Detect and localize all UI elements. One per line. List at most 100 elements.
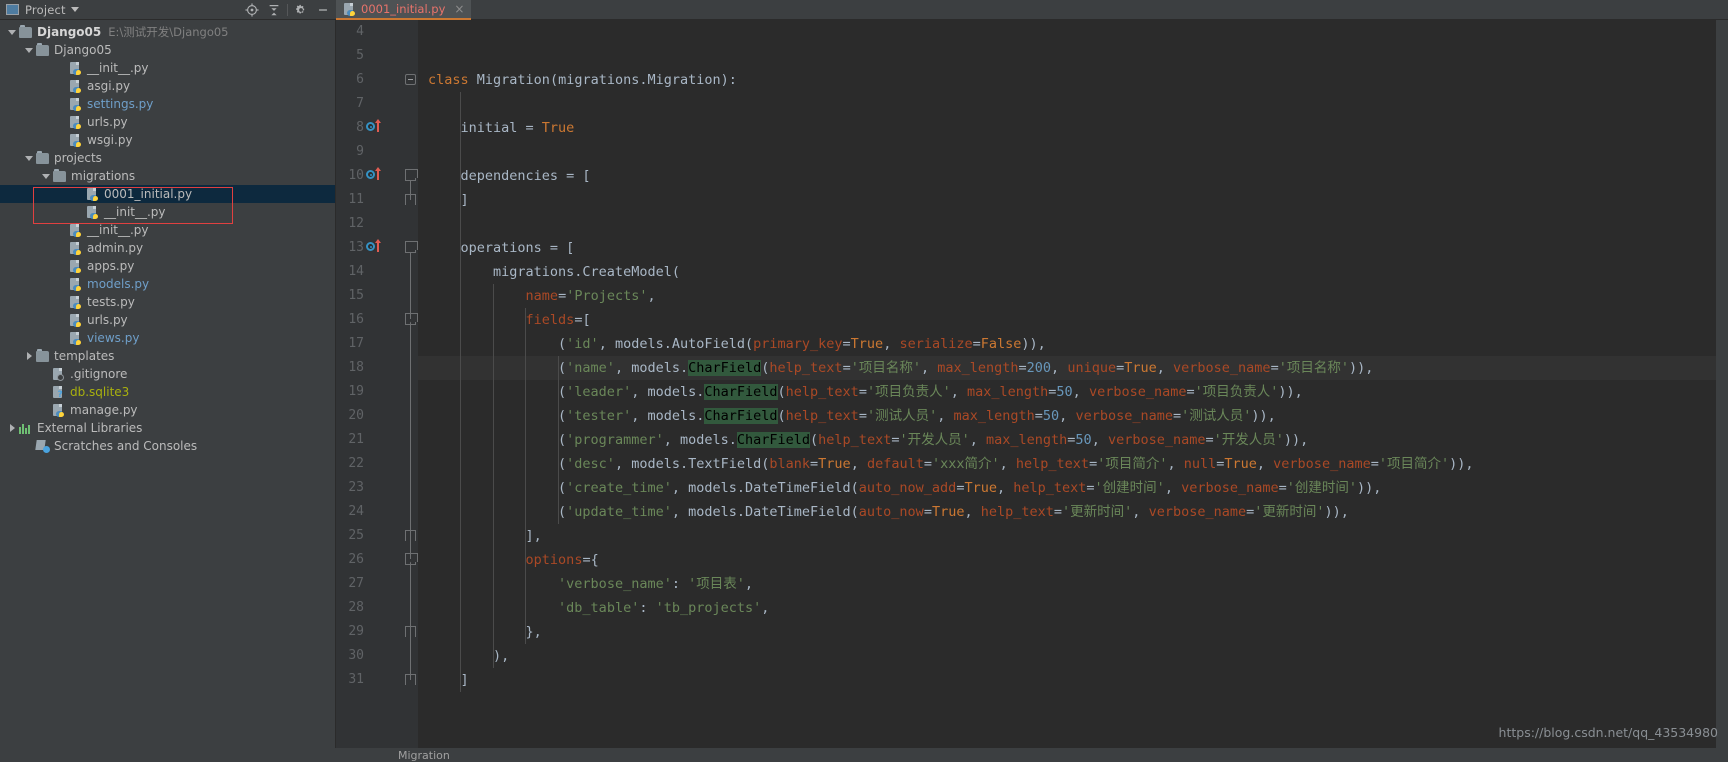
code-line-19[interactable]: ('leader', models.CharField(help_text='项… <box>418 380 1728 404</box>
editor-scrollbar[interactable] <box>1716 20 1728 748</box>
tree-item-wsgi-py[interactable]: wsgi.py <box>0 131 335 149</box>
editor-tab-0001-initial[interactable]: 0001_initial.py × <box>336 0 472 20</box>
code-line-16[interactable]: fields=[ <box>418 308 1728 332</box>
tree-item-admin-py[interactable]: admin.py <box>0 239 335 257</box>
code-line-31[interactable]: ] <box>418 668 1728 692</box>
code-line-23[interactable]: ('create_time', models.DateTimeField(aut… <box>418 476 1728 500</box>
tree-item-label: templates <box>54 349 115 363</box>
line-number: 19 <box>348 384 364 399</box>
tree-item-migrations[interactable]: migrations <box>0 167 335 185</box>
tree-item-tests-py[interactable]: tests.py <box>0 293 335 311</box>
code-line-29[interactable]: }, <box>418 620 1728 644</box>
override-marker-icon[interactable] <box>366 236 384 260</box>
code-line-6[interactable]: class Migration(migrations.Migration): <box>418 68 1728 92</box>
locate-icon[interactable] <box>241 1 263 19</box>
line-number: 12 <box>348 216 364 231</box>
code-line-5[interactable] <box>418 44 1728 68</box>
line-number: 27 <box>348 576 364 591</box>
breadcrumb[interactable]: Migration <box>336 749 450 762</box>
chevron-right-icon[interactable] <box>7 423 18 434</box>
tree-item---init---py[interactable]: __init__.py <box>0 221 335 239</box>
project-tree-panel[interactable]: Django05 E:\测试开发\Django05 Django05 __init__… <box>0 20 336 748</box>
tree-item--gitignore[interactable]: .gitignore <box>0 365 335 383</box>
code-line-26[interactable]: options={ <box>418 548 1728 572</box>
tree-item-0001-initial-py[interactable]: 0001_initial.py <box>0 185 335 203</box>
indent-guide <box>525 308 527 644</box>
tree-item-projects[interactable]: projects <box>0 149 335 167</box>
code-line-22[interactable]: ('desc', models.TextField(blank=True, de… <box>418 452 1728 476</box>
code-line-30[interactable]: ), <box>418 644 1728 668</box>
code-line-7[interactable] <box>418 92 1728 116</box>
tree-item-label: __init__.py <box>87 223 149 237</box>
line-number: 28 <box>348 600 364 615</box>
code-line-4[interactable] <box>418 20 1728 44</box>
tree-item-label: admin.py <box>87 241 144 255</box>
python-file-icon <box>70 223 82 237</box>
tree-item-asgi-py[interactable]: asgi.py <box>0 77 335 95</box>
tree-item-views-py[interactable]: views.py <box>0 329 335 347</box>
code-line-25[interactable]: ], <box>418 524 1728 548</box>
collapse-all-icon[interactable] <box>263 1 285 19</box>
code-content[interactable]: class Migration(migrations.Migration): i… <box>418 20 1728 748</box>
chevron-down-icon[interactable] <box>24 45 35 56</box>
tree-item-label: apps.py <box>87 259 135 273</box>
chevron-down-icon[interactable] <box>24 153 35 164</box>
tree-item-settings-py[interactable]: settings.py <box>0 95 335 113</box>
chevron-down-icon[interactable] <box>70 7 79 12</box>
code-line-13[interactable]: operations = [ <box>418 236 1728 260</box>
code-line-18[interactable]: ('name', models.CharField(help_text='项目名… <box>418 356 1728 380</box>
override-marker-icon[interactable] <box>366 164 384 188</box>
tree-item-manage-py[interactable]: manage.py <box>0 401 335 419</box>
chevron-down-icon[interactable] <box>7 27 18 38</box>
line-number: 20 <box>348 408 364 423</box>
python-file-icon <box>70 241 82 255</box>
tree-item-db-sqlite3[interactable]: ? db.sqlite3 <box>0 383 335 401</box>
code-line-21[interactable]: ('programmer', models.CharField(help_tex… <box>418 428 1728 452</box>
tree-item---init---py[interactable]: __init__.py <box>0 59 335 77</box>
code-line-10[interactable]: dependencies = [ <box>418 164 1728 188</box>
tree-item---init---py[interactable]: __init__.py <box>0 203 335 221</box>
code-line-24[interactable]: ('update_time', models.DateTimeField(aut… <box>418 500 1728 524</box>
code-line-20[interactable]: ('tester', models.CharField(help_text='测… <box>418 404 1728 428</box>
tree-item-urls-py[interactable]: urls.py <box>0 113 335 131</box>
line-number: 7 <box>356 96 364 111</box>
code-line-14[interactable]: migrations.CreateModel( <box>418 260 1728 284</box>
fold-toggle-line-10[interactable] <box>405 169 418 181</box>
tree-item-templates[interactable]: templates <box>0 347 335 365</box>
code-line-27[interactable]: 'verbose_name': '项目表', <box>418 572 1728 596</box>
code-line-11[interactable]: ] <box>418 188 1728 212</box>
editor-gutter[interactable]: 4 5 6 7 8 9 10 11 12 13 14 15 16 17 18 19 20 21 22 23 24 25 26… <box>336 20 404 748</box>
code-folding-column[interactable] <box>404 20 418 748</box>
code-line-8[interactable]: initial = True <box>418 116 1728 140</box>
code-line-12[interactable] <box>418 212 1728 236</box>
tree-item-scratches-and-consoles[interactable]: Scratches and Consoles <box>0 437 335 455</box>
bottom-bar: Migration <box>0 748 1728 762</box>
tree-item-label: Scratches and Consoles <box>54 439 198 453</box>
override-marker-icon[interactable] <box>366 116 384 140</box>
hide-toolwindow-icon[interactable] <box>312 1 334 19</box>
tree-item-external-libraries[interactable]: External Libraries <box>0 419 335 437</box>
fold-toggle-line-13[interactable] <box>405 241 418 253</box>
close-icon[interactable]: × <box>454 3 464 15</box>
tree-item-urls-py[interactable]: urls.py <box>0 311 335 329</box>
fold-toggle-line-6[interactable] <box>405 74 416 85</box>
tree-item-models-py[interactable]: models.py <box>0 275 335 293</box>
code-editor[interactable]: 4 5 6 7 8 9 10 11 12 13 14 15 16 17 18 19 20 21 22 23 24 25 26… <box>336 20 1728 748</box>
project-toolwindow-header[interactable]: Project <box>0 0 336 20</box>
chevron-down-icon[interactable] <box>41 171 52 182</box>
code-line-9[interactable] <box>418 140 1728 164</box>
chevron-right-icon[interactable] <box>24 351 35 362</box>
code-line-15[interactable]: name='Projects', <box>418 284 1728 308</box>
tree-item-apps-py[interactable]: apps.py <box>0 257 335 275</box>
code-line-17[interactable]: ('id', models.AutoField(primary_key=True… <box>418 332 1728 356</box>
folder-icon <box>53 168 66 182</box>
tree-item-label: migrations <box>71 169 136 183</box>
code-line-28[interactable]: 'db_table': 'tb_projects', <box>418 596 1728 620</box>
python-file-icon <box>70 277 82 291</box>
settings-gear-icon[interactable] <box>290 1 312 19</box>
tree-item-django05[interactable]: Django05 E:\测试开发\Django05 <box>0 23 335 41</box>
tree-item-django05[interactable]: Django05 <box>0 41 335 59</box>
line-number: 16 <box>348 312 364 327</box>
